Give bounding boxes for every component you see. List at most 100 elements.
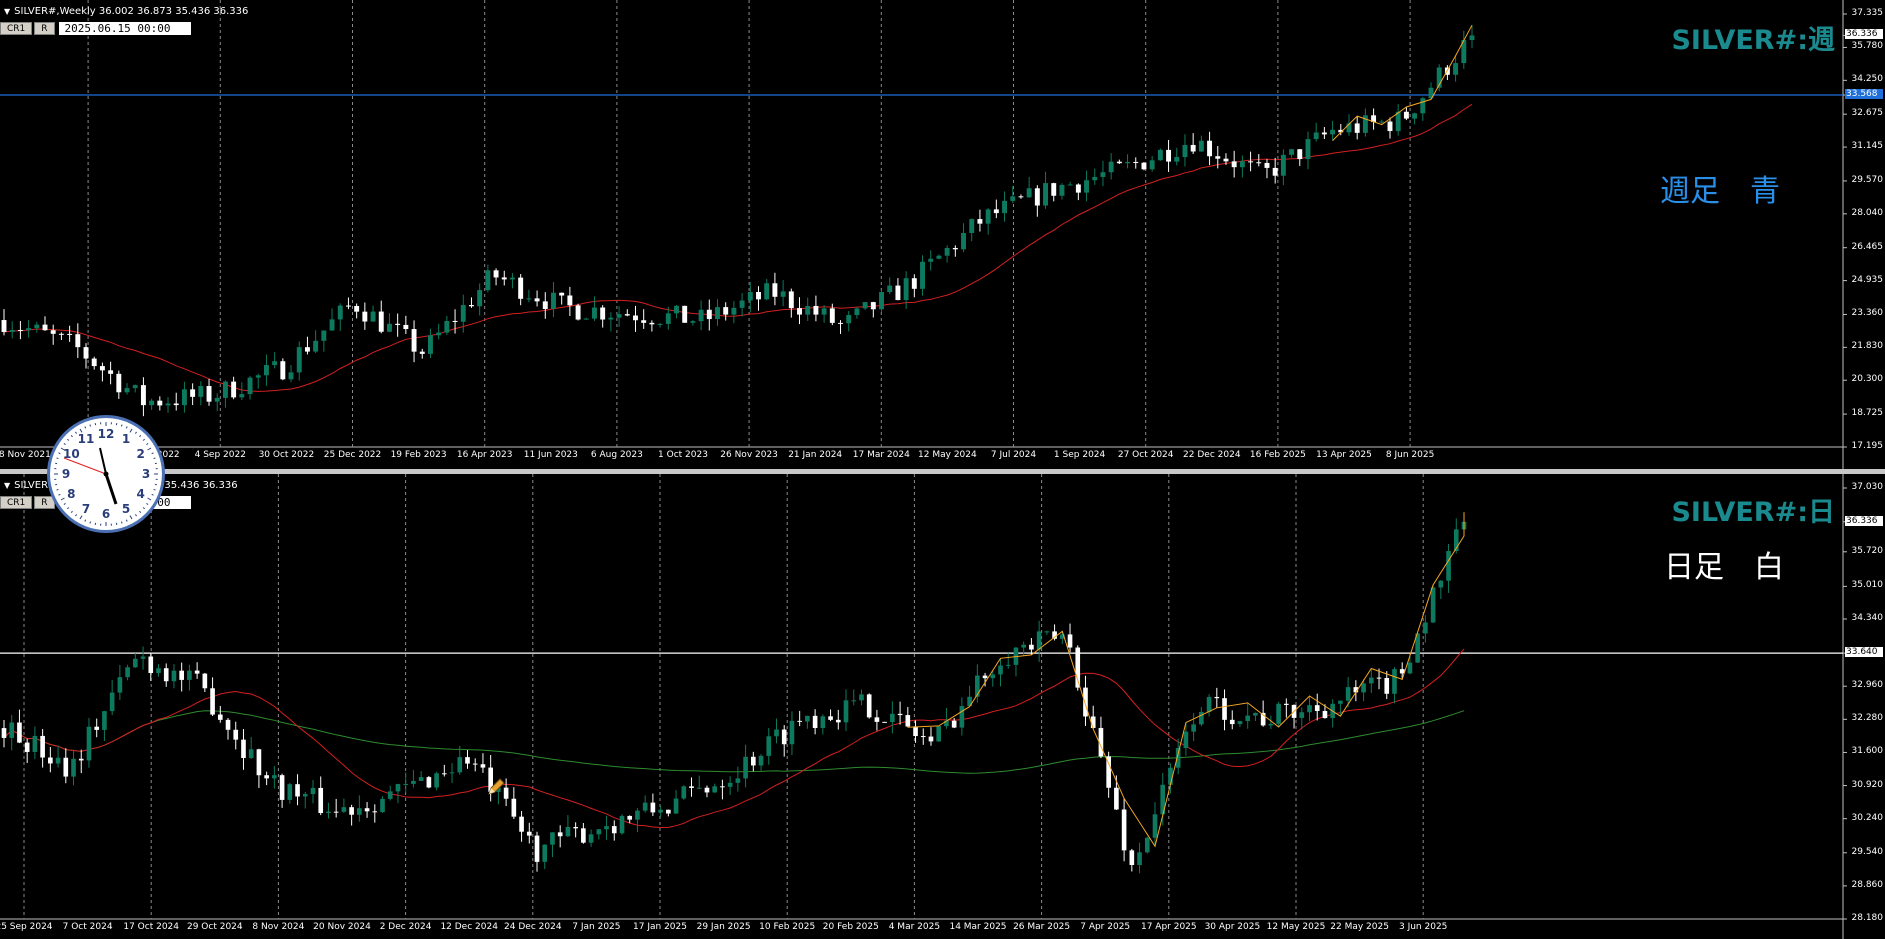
collapse-triangle-icon[interactable]: ▼: [4, 481, 10, 490]
bull-candle: [357, 808, 362, 815]
bull-candle: [1345, 687, 1351, 701]
bear-candle: [1051, 183, 1057, 196]
moving-average-fast-line: [3, 103, 1473, 392]
bull-candle: [727, 782, 733, 787]
price-tick-label: 34.340: [1851, 613, 1884, 623]
bull-candle: [1289, 149, 1295, 155]
bear-candle: [318, 787, 324, 814]
clock-hour-hand: [104, 473, 118, 505]
bear-candle: [140, 385, 146, 406]
clock-number: 2: [136, 447, 145, 461]
bear-candle: [190, 389, 196, 397]
bull-candle: [321, 330, 327, 341]
date-tick-label: 1 Sep 2024: [1053, 450, 1106, 460]
bear-candle: [1214, 696, 1220, 699]
daily-chart-canvas[interactable]: [0, 474, 1885, 939]
bull-candle: [1313, 132, 1319, 140]
bull-candle: [1361, 683, 1366, 693]
clock-tick: [134, 431, 137, 434]
bull-candle: [1092, 176, 1098, 181]
weekly-note-text: 週足 青: [1660, 174, 1780, 209]
bull-candle: [1157, 149, 1163, 161]
weekly-chart-canvas[interactable]: [0, 0, 1885, 469]
bull-candle: [696, 787, 702, 789]
time-input[interactable]: 2025.06.15 00:00: [58, 22, 191, 35]
bull-candle: [887, 285, 893, 293]
bear-candle: [1284, 703, 1289, 705]
bear-candle: [829, 308, 835, 323]
bull-candle: [140, 656, 146, 659]
date-tick-label: 7 Jan 2025: [572, 922, 621, 932]
bear-candle: [704, 787, 710, 793]
date-tick-label: 14 Mar 2025: [949, 922, 1007, 932]
bear-candle: [1215, 156, 1221, 159]
bear-candle: [756, 291, 761, 300]
bull-candle: [1067, 184, 1073, 186]
bull-candle: [805, 715, 810, 722]
bear-candle: [1272, 167, 1278, 176]
bear-candle: [797, 720, 802, 722]
date-tick-label: 19 Feb 2023: [390, 450, 447, 460]
clock-number: 5: [121, 501, 131, 516]
cr1-button[interactable]: CR1: [0, 22, 33, 35]
bull-candle: [1305, 139, 1311, 160]
bear-candle: [1321, 132, 1327, 135]
bear-candle: [67, 333, 73, 335]
clock-tick: [67, 507, 70, 510]
bull-candle: [1084, 180, 1090, 193]
bear-candle: [333, 811, 339, 813]
bear-candle: [911, 278, 917, 289]
bull-candle: [132, 385, 138, 389]
collapse-triangle-icon[interactable]: ▼: [4, 7, 10, 16]
bull-candle: [1036, 631, 1042, 650]
bear-candle: [362, 311, 368, 322]
bear-candle: [542, 301, 548, 309]
daily-chart-pane[interactable]: ▼SILVER#,Daily 36.002 36.873 35.436 36.3…: [0, 474, 1885, 939]
date-tick-label: 16 Apr 2023: [456, 450, 513, 460]
price-tick-label: 35.780: [1851, 41, 1884, 52]
date-tick-label: 4 Mar 2025: [888, 922, 941, 932]
bear-candle: [256, 749, 262, 776]
bull-candle: [616, 314, 622, 318]
price-tick-label: 24.935: [1851, 274, 1884, 285]
weekly-chart-header: ▼ SILVER#,Weekly 36.002 36.873 35.436 36.…: [4, 6, 248, 17]
bull-candle: [879, 292, 884, 310]
bull-candle: [86, 726, 92, 761]
bull-candle: [731, 307, 737, 315]
bear-candle: [403, 324, 409, 330]
bear-candle: [1116, 161, 1122, 164]
price-tick-label: 37.335: [1851, 8, 1884, 18]
bull-candle: [1043, 183, 1049, 206]
bear-candle: [781, 729, 787, 745]
r-button[interactable]: R: [34, 22, 55, 35]
bear-candle: [206, 386, 212, 402]
bull-candle: [370, 311, 376, 322]
zigzag-line: [907, 512, 1465, 848]
date-tick-label: 8 Jun 2025: [1385, 450, 1435, 460]
price-tick-label: 37.030: [1851, 482, 1884, 492]
bull-candle: [255, 375, 261, 378]
bear-candle: [838, 322, 843, 324]
bear-candle: [526, 831, 532, 836]
bull-candle: [739, 300, 745, 308]
bear-candle: [627, 815, 633, 820]
bull-candle: [1100, 172, 1106, 177]
bull-candle: [774, 729, 779, 737]
price-tick-label: 35.720: [1851, 545, 1884, 556]
cr1-button[interactable]: CR1: [0, 496, 33, 509]
bear-candle: [17, 722, 22, 743]
bear-candle: [641, 320, 647, 323]
bull-candle: [936, 726, 942, 742]
bull-candle: [608, 317, 614, 320]
date-tick-label: 24 Dec 2024: [504, 922, 562, 932]
bear-candle: [225, 719, 231, 730]
analog-clock-widget[interactable]: 12 1 2 3 4 5 6 7 8 9 10 11: [47, 415, 165, 533]
bull-candle: [604, 826, 609, 830]
bull-candle: [460, 305, 466, 322]
bull-candle: [477, 290, 483, 307]
date-tick-label: 30 Oct 2022: [258, 450, 315, 460]
moving-average-fast-line: [3, 648, 1465, 829]
weekly-chart-pane[interactable]: ▼ SILVER#,Weekly 36.002 36.873 35.436 36.…: [0, 0, 1885, 469]
bull-candle: [109, 692, 115, 712]
bull-candle: [846, 315, 852, 324]
